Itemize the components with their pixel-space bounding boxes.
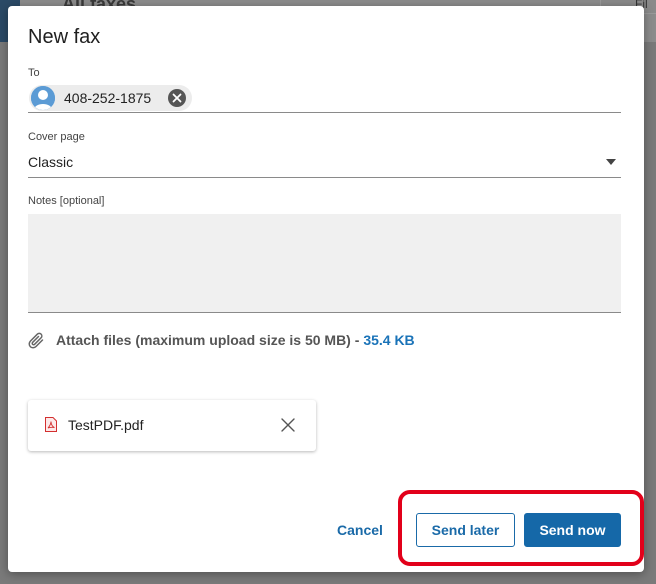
- new-fax-dialog: New fax To 408-252-1875 Cover page Class…: [8, 6, 644, 572]
- attached-file-card: TestPDF.pdf: [28, 400, 316, 451]
- cover-page-underline: [28, 177, 621, 178]
- attach-files-text: Attach files (maximum upload size is 50 …: [56, 332, 415, 348]
- paperclip-icon: [28, 332, 44, 349]
- close-icon[interactable]: [280, 417, 296, 433]
- notes-textarea[interactable]: [28, 214, 621, 313]
- cover-page-select[interactable]: Classic: [28, 154, 73, 170]
- attached-file-name: TestPDF.pdf: [68, 417, 144, 433]
- recipient-chip[interactable]: 408-252-1875: [29, 85, 192, 111]
- to-field-underline: [28, 112, 621, 113]
- notes-label: Notes [optional]: [28, 195, 105, 207]
- attach-separator: -: [350, 332, 364, 348]
- send-now-button[interactable]: Send now: [524, 513, 621, 547]
- user-avatar-icon: [31, 86, 55, 110]
- cancel-button[interactable]: Cancel: [324, 516, 396, 544]
- dropdown-caret-icon[interactable]: [606, 159, 616, 165]
- close-circle-icon[interactable]: [168, 89, 186, 107]
- send-later-button[interactable]: Send later: [416, 513, 515, 547]
- attach-total-size: 35.4 KB: [363, 332, 415, 348]
- attach-files-label: Attach files (maximum upload size is 50 …: [56, 332, 351, 348]
- to-label: To: [28, 67, 40, 79]
- dialog-title: New fax: [28, 26, 101, 48]
- recipient-number: 408-252-1875: [64, 90, 152, 106]
- pdf-file-icon: [45, 417, 57, 432]
- cover-page-label: Cover page: [28, 131, 85, 143]
